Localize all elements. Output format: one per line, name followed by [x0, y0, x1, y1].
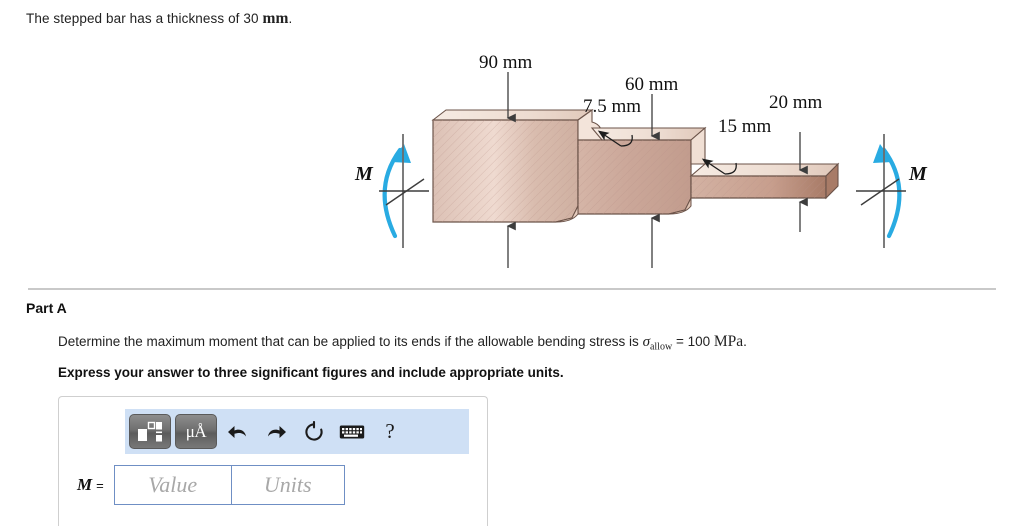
- moment-label-right: M: [908, 163, 928, 185]
- answer-equals-sign: =: [96, 477, 104, 493]
- block-a-hatch: [433, 120, 578, 222]
- question-unit: MPa: [713, 333, 744, 350]
- value-input[interactable]: Value: [113, 465, 232, 505]
- block-b-hatch: [578, 140, 691, 214]
- answer-input-row: M = Value Units: [77, 465, 345, 505]
- undo-icon: [228, 425, 246, 438]
- problem-statement-text: The stepped bar has a thickness of 30: [26, 11, 263, 26]
- moment-label-left: M: [354, 163, 374, 185]
- sigma-subscript: allow: [649, 341, 673, 353]
- reset-button[interactable]: [297, 415, 331, 449]
- question-period: .: [743, 334, 747, 349]
- question-text: Determine the maximum moment that can be…: [58, 333, 747, 353]
- template-layout-button[interactable]: [129, 414, 171, 449]
- keyboard-button[interactable]: [335, 415, 369, 449]
- question-prefix: Determine the maximum moment that can be…: [58, 334, 643, 349]
- part-title: Part A: [26, 300, 67, 316]
- answer-variable-label: M: [77, 475, 93, 494]
- answer-panel: μÅ ? M = Value Units: [58, 396, 488, 526]
- sigma-symbol: σ: [642, 334, 650, 350]
- moment-left: [379, 134, 429, 248]
- help-button[interactable]: ?: [373, 415, 407, 449]
- answer-toolbar: μÅ ?: [125, 409, 469, 454]
- dim-label-90: 90 mm: [479, 52, 533, 73]
- keyboard-icon: [339, 425, 365, 438]
- problem-page: The stepped bar has a thickness of 30 mm…: [0, 0, 1024, 526]
- units-button[interactable]: μÅ: [175, 414, 217, 449]
- dim-label-7-5: 7.5 mm: [583, 96, 641, 117]
- express-instruction: Express your answer to three significant…: [58, 365, 564, 380]
- arm-hatch: [691, 176, 826, 198]
- dim-label-60: 60 mm: [625, 74, 679, 95]
- reset-icon: [305, 420, 323, 441]
- moment-right: [856, 134, 906, 248]
- template-layout-icon: [138, 421, 162, 441]
- redo-icon: [268, 425, 286, 438]
- block-a-top-face: [431, 109, 594, 121]
- dim-label-20: 20 mm: [769, 92, 823, 113]
- thickness-unit: mm: [262, 10, 289, 27]
- redo-button[interactable]: [259, 415, 293, 449]
- dim-label-15: 15 mm: [718, 116, 772, 137]
- undo-button[interactable]: [221, 415, 255, 449]
- statement-period: .: [288, 11, 293, 26]
- stepped-bar-figure: 90 mm 60 mm 7.5 mm 15 mm 20 mm M M: [0, 36, 1024, 276]
- question-equals: = 100: [672, 334, 714, 349]
- problem-statement: The stepped bar has a thickness of 30 mm…: [26, 10, 292, 28]
- section-divider: [28, 288, 996, 290]
- bar-body: [431, 108, 840, 223]
- units-input[interactable]: Units: [231, 465, 345, 505]
